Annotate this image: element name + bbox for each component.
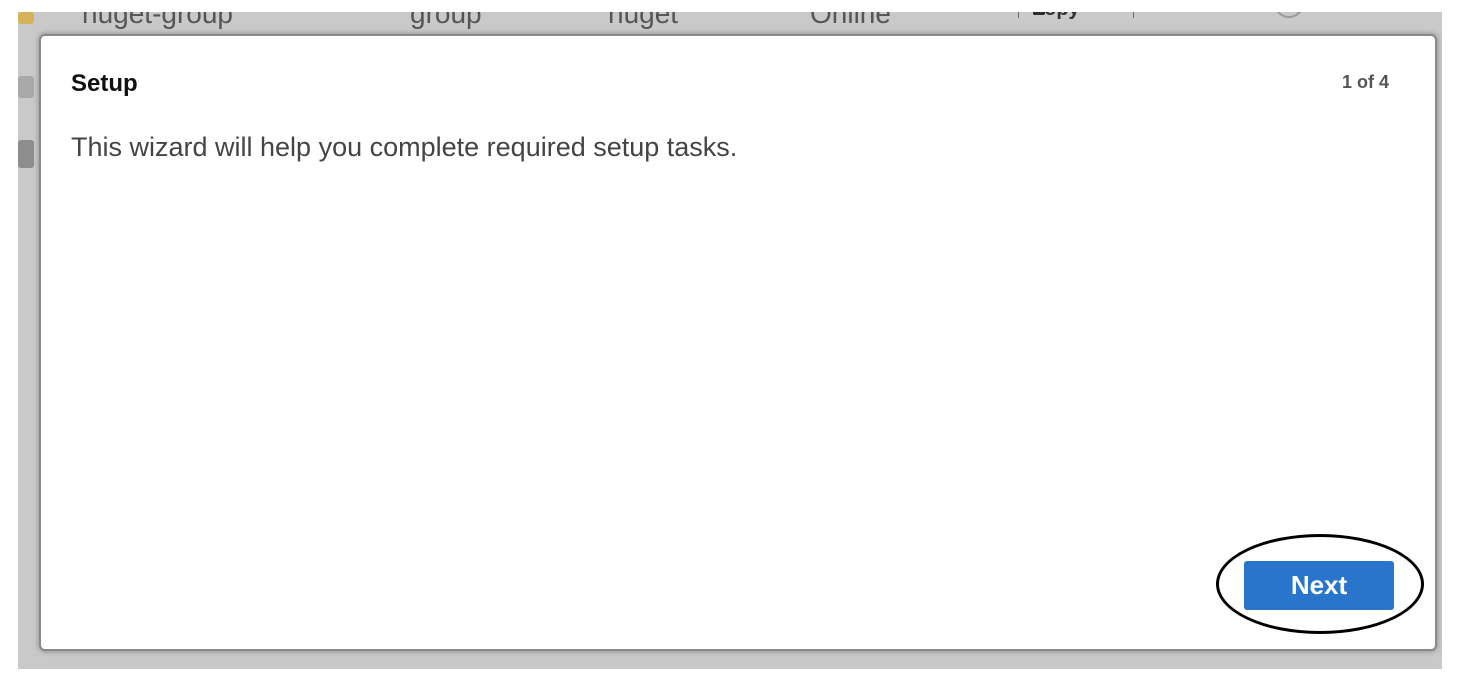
table-row: nuget-group group nuget Online copy bbox=[18, 12, 1442, 32]
setup-wizard-dialog: Setup 1 of 4 This wizard will help you c… bbox=[39, 34, 1437, 651]
step-indicator: 1 of 4 bbox=[1341, 72, 1389, 92]
dialog-message: This wizard will help you complete requi… bbox=[71, 132, 738, 162]
repo-name-cell: nuget-group bbox=[82, 12, 234, 29]
copy-url-button: copy bbox=[1018, 12, 1134, 21]
dialog-title: Setup bbox=[71, 70, 138, 97]
copy-label: copy bbox=[1033, 12, 1080, 21]
repo-type-cell: group bbox=[410, 12, 482, 29]
server-icon bbox=[18, 140, 34, 168]
repo-format-cell: nuget bbox=[608, 12, 679, 29]
repo-status-cell: Online bbox=[810, 12, 891, 29]
next-button[interactable]: Next bbox=[1244, 561, 1394, 610]
database-icon bbox=[18, 76, 34, 98]
blocked-icon bbox=[1274, 12, 1304, 18]
